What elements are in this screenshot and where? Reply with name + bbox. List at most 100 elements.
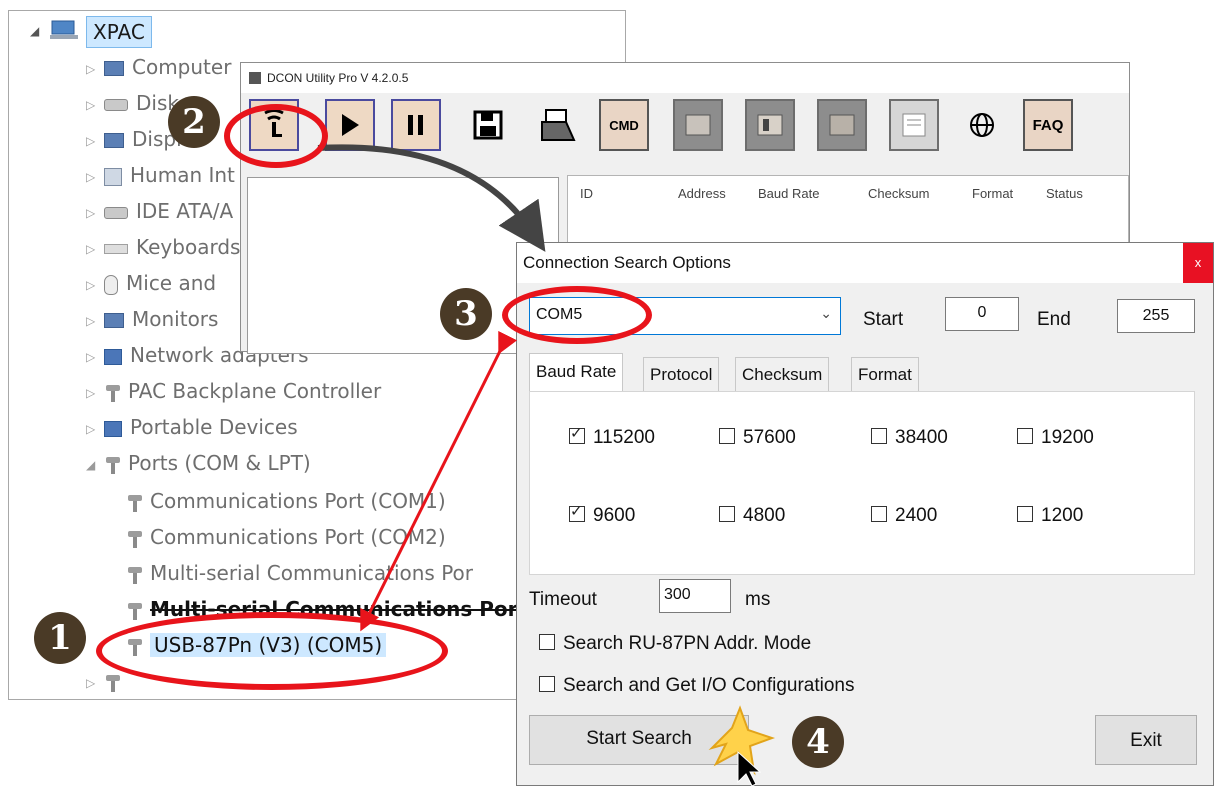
column-header-baud-rate[interactable]: Baud Rate [758,186,819,201]
expand-arrow-icon[interactable]: ▷ [86,304,100,338]
baud-checkbox-57600[interactable]: 57600 [719,427,796,449]
collapse-arrow-icon[interactable]: ◢ [30,24,39,38]
baud-checkbox-4800[interactable]: 4800 [719,505,785,527]
timeout-input[interactable]: 300 [659,579,731,613]
baud-checkbox-115200[interactable]: 115200 [569,424,655,449]
human-interface-icon [104,167,122,186]
tree-item[interactable]: ▷ Mice and [86,266,216,300]
display-adapter-icon [104,133,124,148]
baud-rate-label: 1200 [1041,505,1084,526]
tab-protocol[interactable]: Protocol [643,357,720,391]
port-plug-icon [104,456,120,474]
open-button[interactable] [533,99,583,151]
tree-item[interactable]: ◢ Ports (COM & LPT) [86,446,311,480]
collapse-arrow-icon[interactable]: ◢ [86,448,100,482]
column-header-id[interactable]: ID [580,186,593,201]
tree-item-port[interactable]: Communications Port (COM2) [122,520,446,554]
checkbox-unchecked-icon [1017,506,1033,522]
tree-item[interactable]: ▷ Human Int [86,158,235,192]
baud-checkbox-19200[interactable]: 19200 [1017,427,1094,449]
expand-arrow-icon[interactable]: ▷ [86,340,100,374]
pause-icon [393,101,439,149]
tree-item[interactable]: ▷ PAC Backplane Controller [86,374,381,408]
timeout-unit: ms [745,589,771,610]
start-address-input[interactable]: 0 [945,297,1019,331]
tool-button-4[interactable] [889,99,939,151]
module-icon [819,101,865,149]
tree-item-label: Portable Devices [130,415,298,439]
port-label: Communications Port (COM1) [150,489,446,513]
tree-item[interactable]: ▷ Displ [86,122,182,156]
expand-arrow-icon[interactable]: ▷ [86,124,100,158]
column-header-status[interactable]: Status [1046,186,1083,201]
folder-icon [535,101,581,149]
expand-arrow-icon[interactable]: ▷ [86,232,100,266]
tree-item-label: Ports (COM & LPT) [128,451,311,475]
tree-item[interactable]: ▷ IDE ATA/A [86,194,233,228]
expand-arrow-icon[interactable]: ▷ [86,196,100,230]
save-button[interactable] [463,99,513,151]
column-header-address[interactable]: Address [678,186,726,201]
cmd-button[interactable]: CMD [599,99,649,151]
column-header-checksum[interactable]: Checksum [868,186,929,201]
callout-badge-4: 4 [792,716,844,768]
expand-arrow-icon[interactable]: ▷ [86,160,100,194]
callout-badge-2: 2 [168,96,220,148]
end-label: End [1037,309,1071,330]
tool-button-1[interactable] [673,99,723,151]
checkbox-unchecked-icon [719,428,735,444]
tree-item[interactable]: ▷ Disk [86,86,179,120]
start-button[interactable] [325,99,375,151]
baud-checkbox-1200[interactable]: 1200 [1017,505,1083,527]
baud-checkbox-9600[interactable]: 9600 [569,502,636,527]
highlight-search-button [224,104,328,168]
tab-baud-rate[interactable]: Baud Rate [529,353,624,393]
baud-rate-label: 2400 [895,505,938,526]
tree-item-port[interactable]: Multi-serial Communications Por [122,556,473,590]
tree-item[interactable]: ▷ Portable Devices [86,410,298,444]
tree-item-label: Human Int [130,163,235,187]
portable-device-icon [104,420,122,437]
faq-button[interactable]: FAQ [1023,99,1073,151]
module-icon [675,101,721,149]
baud-rate-label: 4800 [743,505,786,526]
tree-item-label: PAC Backplane Controller [128,379,382,403]
expand-arrow-icon[interactable]: ▷ [86,52,100,86]
window-icon [891,101,937,149]
expand-arrow-icon[interactable]: ▷ [86,376,100,410]
port-plug-icon [104,674,120,692]
baud-checkbox-2400[interactable]: 2400 [871,505,937,527]
port-label: Multi-serial Communications Por [150,561,473,585]
pause-button[interactable] [391,99,441,151]
exit-button[interactable]: Exit [1095,715,1197,765]
baud-rate-panel [529,391,1195,575]
tab-format[interactable]: Format [851,357,919,391]
computer-icon [104,61,124,76]
tab-checksum[interactable]: Checksum [735,357,830,391]
ru87pn-mode-checkbox[interactable]: Search RU-87PN Addr. Mode [539,633,811,655]
column-header-format[interactable]: Format [972,186,1013,201]
tool-button-2[interactable] [745,99,795,151]
baud-rate-label: 9600 [593,505,636,526]
start-search-button[interactable]: Start Search [529,715,749,765]
tool-button-3[interactable] [817,99,867,151]
tree-item[interactable]: ▷ Computer [86,50,231,84]
expand-arrow-icon[interactable]: ▷ [86,666,100,700]
tree-root-xpac[interactable]: XPAC [86,16,152,48]
globe-icon [959,101,1005,149]
expand-arrow-icon[interactable]: ▷ [86,268,100,302]
baud-checkbox-38400[interactable]: 38400 [871,427,948,449]
tree-item-label: IDE ATA/A [136,199,234,223]
tree-item[interactable]: ▷ Monitors [86,302,218,336]
tree-item[interactable]: ▷ Keyboards [86,230,240,264]
checkbox-unchecked-icon [719,506,735,522]
close-button[interactable]: x [1183,243,1213,283]
web-button[interactable] [957,99,1007,151]
floppy-icon [465,101,511,149]
end-address-input[interactable]: 255 [1117,299,1195,333]
expand-arrow-icon[interactable]: ▷ [86,88,100,122]
tree-item-port[interactable]: Communications Port (COM1) [122,484,446,518]
expand-arrow-icon[interactable]: ▷ [86,412,100,446]
io-config-checkbox[interactable]: Search and Get I/O Configurations [539,675,855,697]
baud-rate-label: 57600 [743,427,796,448]
